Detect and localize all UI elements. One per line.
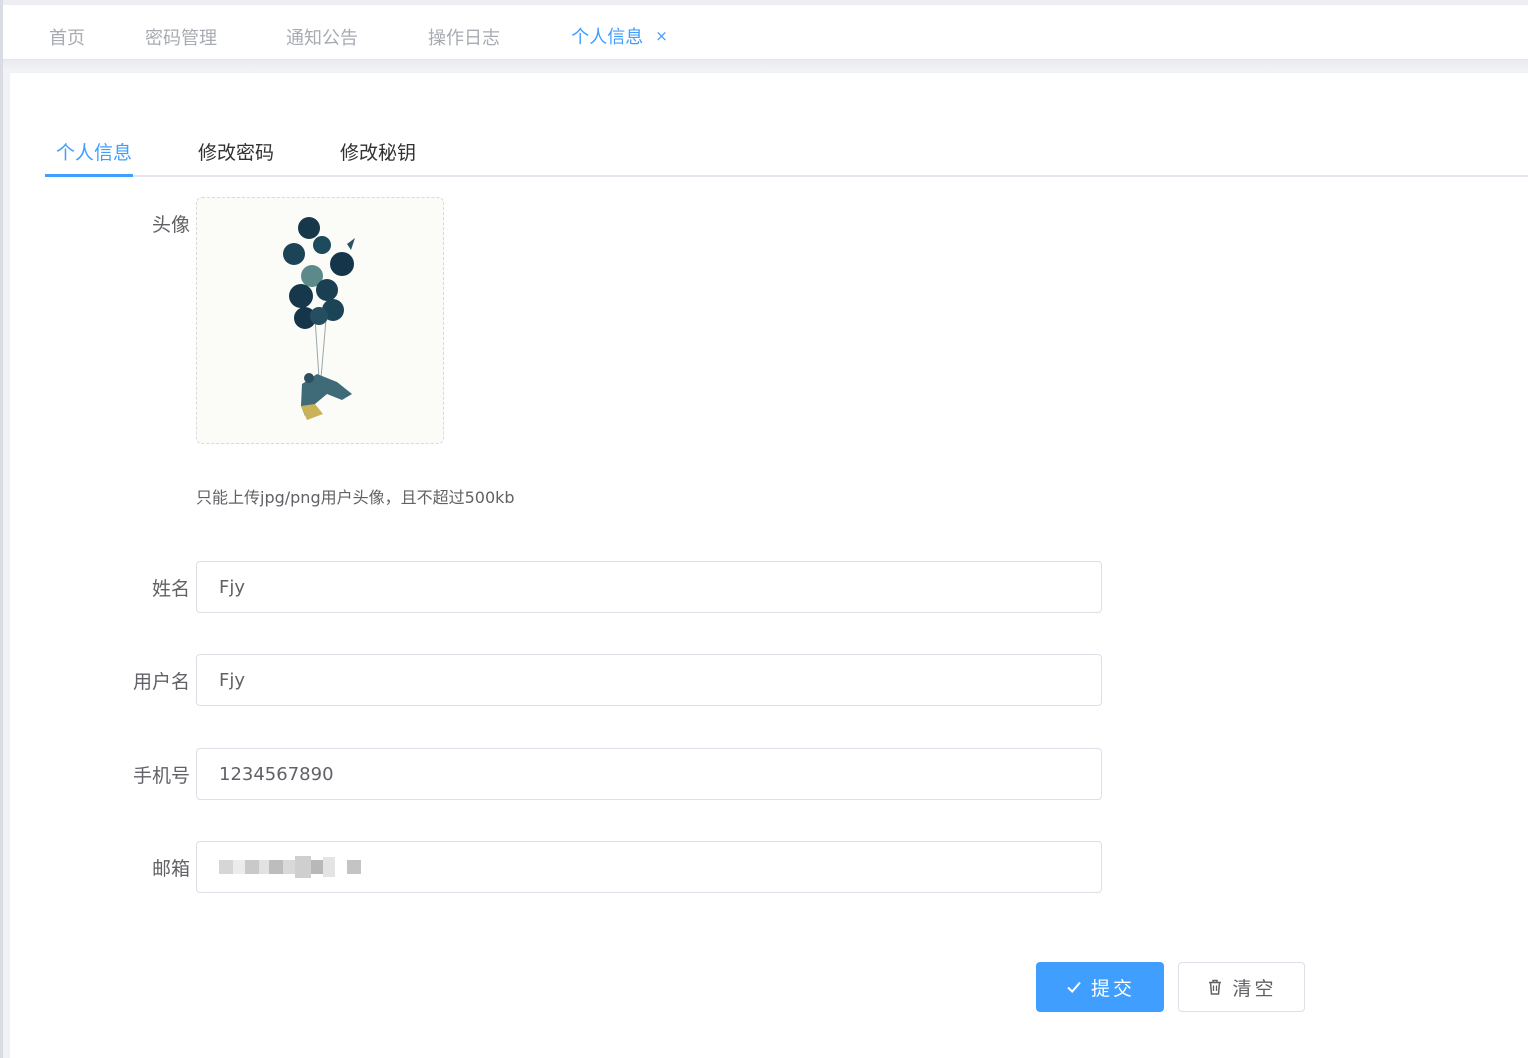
name-input[interactable]: Fjy (196, 561, 1102, 613)
username-label: 用户名 (132, 671, 190, 693)
phone-input[interactable]: 1234567890 (196, 748, 1102, 800)
phone-label: 手机号 (132, 765, 190, 787)
main-card: 个人信息 修改密码 修改秘钥 头像 只能上传jpg/png用户头像，且不超过50… (10, 73, 1528, 1058)
top-tab-operation-log[interactable]: 操作日志 (421, 10, 507, 64)
top-tab-personal-info[interactable]: 个人信息 × (543, 10, 696, 64)
avatar-label: 头像 (151, 214, 190, 236)
email-value-redacted (219, 856, 361, 878)
top-tab-password-management[interactable]: 密码管理 (138, 10, 224, 64)
name-value: Fjy (219, 576, 246, 598)
top-tab-home[interactable]: 首页 (37, 10, 97, 64)
close-icon[interactable]: × (655, 27, 668, 45)
active-tab-indicator (45, 174, 133, 177)
top-tab-bar: 首页 密码管理 通知公告 操作日志 个人信息 × (3, 0, 1528, 64)
check-icon (1065, 978, 1083, 996)
left-sidebar-edge (0, 0, 3, 1058)
clear-button[interactable]: 清空 (1178, 962, 1305, 1012)
username-input[interactable]: Fjy (196, 654, 1102, 706)
top-tab-label: 个人信息 (571, 26, 644, 48)
trash-icon (1206, 978, 1224, 996)
top-tab-label: 通知公告 (286, 28, 358, 49)
clear-label: 清空 (1232, 977, 1277, 1000)
email-input[interactable] (196, 841, 1102, 893)
tab-label: 修改密码 (198, 141, 275, 164)
top-tab-label: 首页 (49, 28, 85, 49)
avatar-image (197, 198, 443, 443)
email-label: 邮箱 (151, 858, 190, 880)
upload-tip: 只能上传jpg/png用户头像，且不超过500kb (196, 488, 515, 507)
inner-tab-bar: 个人信息 修改密码 修改秘钥 (45, 125, 1528, 177)
tab-change-password[interactable]: 修改密码 (198, 125, 274, 177)
tab-label: 个人信息 (56, 141, 133, 164)
topbar-divider (3, 60, 1528, 72)
top-tab-label: 操作日志 (428, 28, 500, 49)
avatar-uploader[interactable] (196, 197, 444, 444)
submit-button[interactable]: 提交 (1036, 962, 1164, 1012)
phone-value: 1234567890 (219, 763, 334, 785)
submit-label: 提交 (1090, 977, 1135, 1000)
tab-change-key[interactable]: 修改秘钥 (340, 125, 416, 177)
top-tab-notice[interactable]: 通知公告 (279, 10, 365, 64)
tab-personal-info[interactable]: 个人信息 (56, 125, 132, 177)
top-tab-label: 密码管理 (145, 28, 217, 49)
username-value: Fjy (219, 669, 246, 691)
name-label: 姓名 (151, 578, 190, 600)
tab-label: 修改秘钥 (340, 141, 417, 164)
